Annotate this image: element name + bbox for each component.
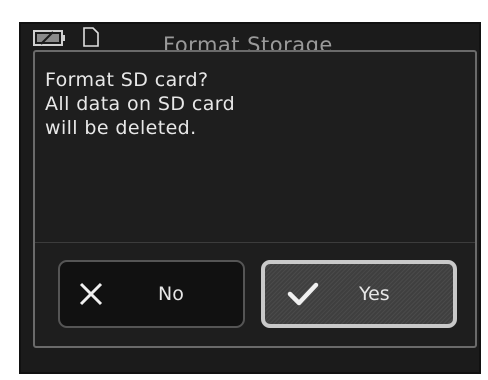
checkmark-icon <box>287 282 319 306</box>
no-button[interactable]: No <box>58 260 245 328</box>
dialog-message: Format SD card? All data on SD card will… <box>45 68 235 140</box>
status-bar: Format Storage <box>21 24 479 57</box>
divider <box>35 242 475 243</box>
close-icon <box>79 282 103 306</box>
yes-button[interactable]: Yes <box>261 260 457 328</box>
message-line: All data on SD card <box>45 93 236 115</box>
yes-button-label: Yes <box>359 283 390 305</box>
camera-screen: Format Storage Format SD card? All data … <box>19 22 481 374</box>
no-button-label: No <box>158 283 184 305</box>
format-dialog: Format SD card? All data on SD card will… <box>33 50 477 348</box>
message-line: Format SD card? <box>45 69 209 91</box>
sd-card-icon <box>83 27 99 47</box>
battery-icon <box>33 30 65 46</box>
message-line: will be deleted. <box>45 117 197 139</box>
